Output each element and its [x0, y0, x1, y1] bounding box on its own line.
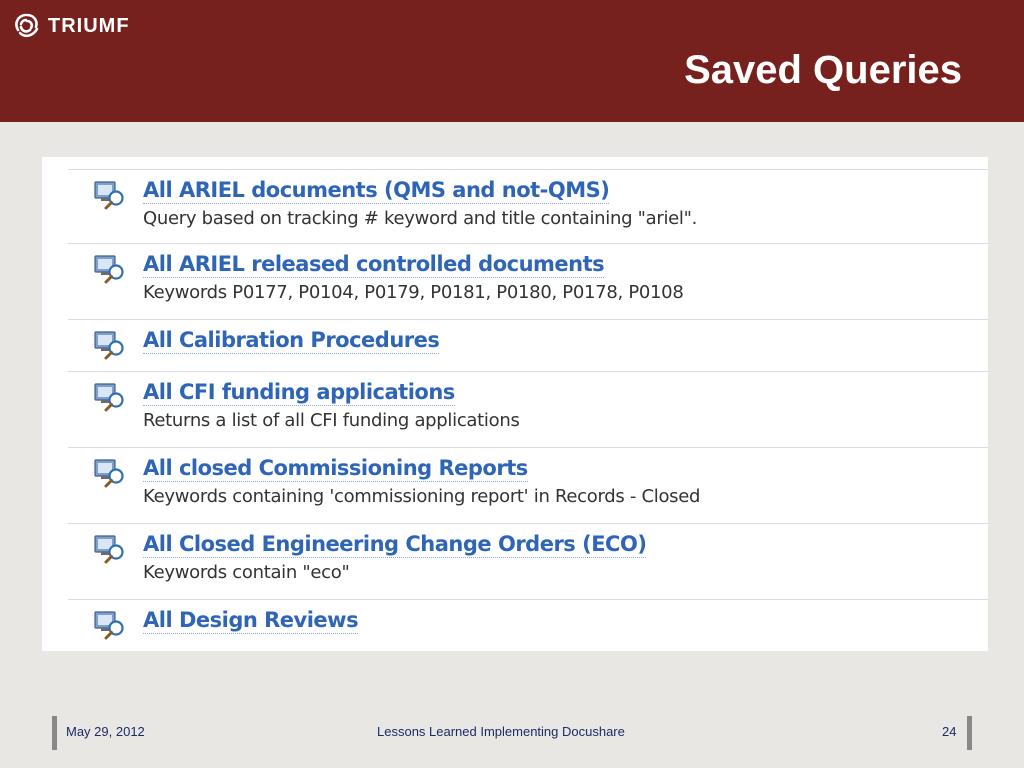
query-description: Returns a list of all CFI funding applic…	[143, 410, 520, 431]
query-row: All Calibration Procedures	[68, 319, 988, 372]
footer-page-number: 24	[942, 724, 957, 739]
slide-header: TRIUMF Saved Queries	[0, 0, 1024, 122]
query-row: All Closed Engineering Change Orders (EC…	[68, 523, 988, 600]
triumf-swirl-icon	[15, 13, 39, 38]
saved-query-icon	[92, 455, 126, 489]
query-row: All ARIEL documents (QMS and not-QMS) Qu…	[68, 169, 988, 244]
triumf-logo: TRIUMF	[12, 10, 130, 42]
query-title-link[interactable]: All Design Reviews	[143, 608, 359, 634]
footer-left-divider	[52, 716, 57, 750]
query-description: Query based on tracking # keyword and ti…	[143, 208, 698, 229]
query-title-link[interactable]: All Calibration Procedures	[143, 328, 440, 354]
saved-query-icon	[92, 607, 126, 641]
query-title-link[interactable]: All closed Commissioning Reports	[143, 456, 528, 482]
saved-query-icon	[92, 531, 126, 565]
query-description: Keywords P0177, P0104, P0179, P0181, P01…	[143, 282, 684, 303]
query-row: All ARIEL released controlled documents …	[68, 243, 988, 320]
logo-text: TRIUMF	[48, 14, 130, 37]
footer-presentation-title: Lessons Learned Implementing Docushare	[377, 724, 625, 739]
slide-title: Saved Queries	[684, 48, 962, 92]
query-title-link[interactable]: All ARIEL released controlled documents	[143, 252, 605, 278]
footer-right-divider	[967, 716, 972, 750]
saved-queries-panel: All ARIEL documents (QMS and not-QMS) Qu…	[42, 157, 988, 651]
query-title-link[interactable]: All ARIEL documents (QMS and not-QMS)	[143, 178, 610, 204]
saved-query-icon	[92, 379, 126, 413]
query-row: All Design Reviews	[68, 599, 988, 652]
query-row: All CFI funding applications Returns a l…	[68, 371, 988, 448]
saved-query-icon	[92, 177, 126, 211]
query-description: Keywords containing 'commissioning repor…	[143, 486, 701, 507]
footer-date: May 29, 2012	[66, 724, 145, 739]
saved-query-icon	[92, 251, 126, 285]
query-description: Keywords contain "eco"	[143, 562, 350, 583]
query-title-link[interactable]: All CFI funding applications	[143, 380, 455, 406]
query-title-link[interactable]: All Closed Engineering Change Orders (EC…	[143, 532, 647, 558]
saved-query-icon	[92, 327, 126, 361]
query-row: All closed Commissioning Reports Keyword…	[68, 447, 988, 524]
